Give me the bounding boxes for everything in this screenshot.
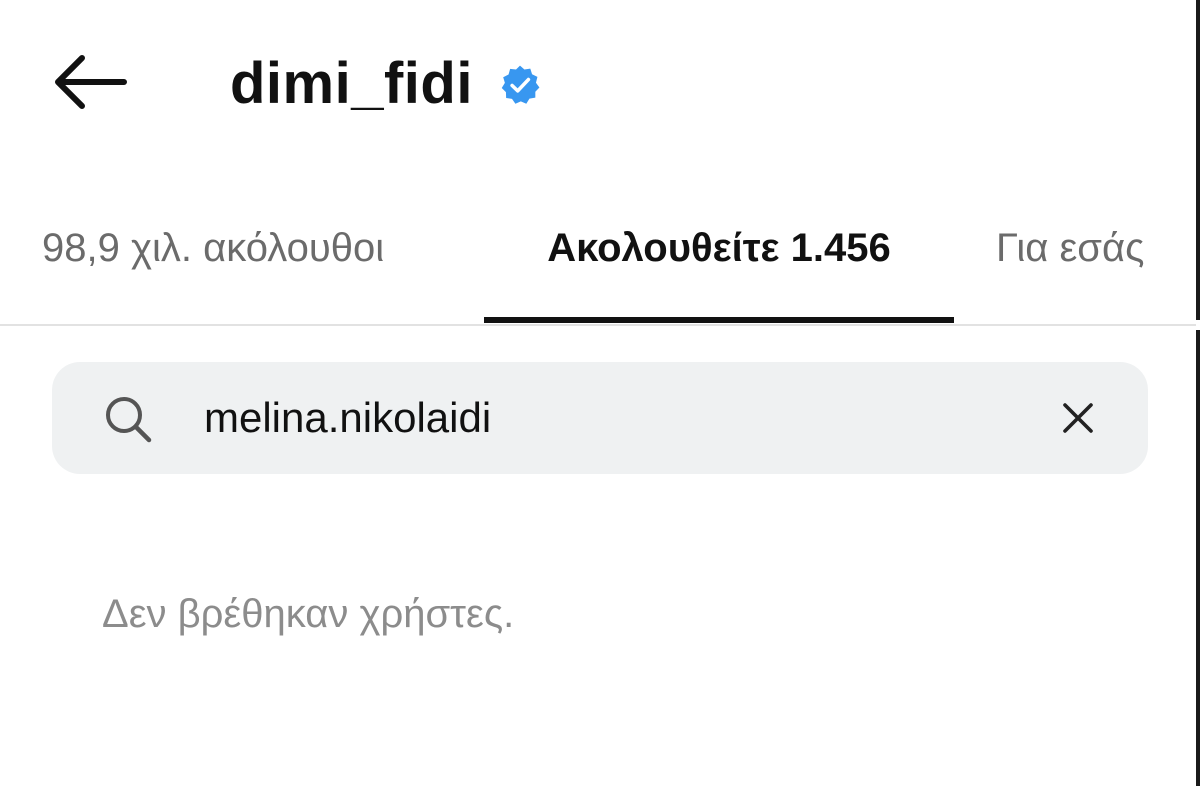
window-edge	[1196, 0, 1200, 786]
clear-search-button[interactable]	[1058, 398, 1098, 438]
tab-followers[interactable]: 98,9 χιλ. ακόλουθοι	[42, 200, 462, 322]
arrow-left-icon	[55, 55, 127, 109]
search-input[interactable]	[204, 390, 1024, 446]
tabs-divider	[0, 324, 1196, 326]
search-icon	[106, 397, 152, 443]
no-results-message: Δεν βρέθηκαν χρήστες.	[102, 592, 515, 636]
search-bar[interactable]	[52, 362, 1148, 474]
active-tab-indicator	[484, 317, 954, 323]
close-icon	[1063, 403, 1093, 433]
tab-for-you[interactable]: Για εσάς	[996, 200, 1196, 322]
username: dimi_fidi	[230, 51, 473, 116]
window-edge-gap	[1196, 320, 1200, 330]
follow-tabs: 98,9 χιλ. ακόλουθοι Ακολουθείτε 1.456 Γι…	[0, 200, 1196, 326]
tab-following-label: Ακολουθείτε 1.456	[547, 226, 891, 270]
verified-badge-icon	[501, 65, 540, 104]
tab-following[interactable]: Ακολουθείτε 1.456	[484, 200, 954, 322]
profile-title: dimi_fidi	[230, 46, 541, 122]
tab-followers-label: 98,9 χιλ. ακόλουθοι	[42, 226, 385, 270]
profile-header: dimi_fidi	[0, 0, 1196, 170]
tab-for-you-label: Για εσάς	[996, 226, 1145, 270]
back-button[interactable]	[50, 52, 130, 112]
